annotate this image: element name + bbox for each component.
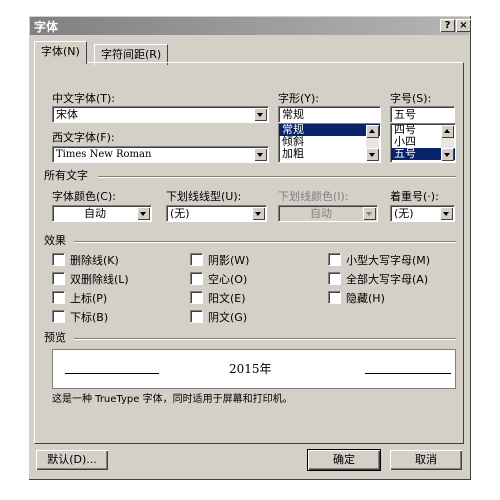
tab-font[interactable]: 字体(N)	[34, 41, 87, 64]
checkbox-icon[interactable]	[190, 253, 203, 266]
font-color-select[interactable]: 自动	[52, 205, 152, 222]
underline-color-select[interactable]: 自动	[278, 205, 378, 222]
scroll-up-icon[interactable]	[441, 125, 454, 138]
ok-button[interactable]: 确定	[307, 449, 381, 471]
font-color-label: 字体颜色(C):	[52, 190, 116, 203]
underline-color-label: 下划线颜色(I):	[278, 190, 349, 203]
checkbox-label: 下标(B)	[70, 310, 109, 324]
checkbox-label: 删除线(K)	[70, 253, 119, 267]
chevron-down-icon[interactable]	[363, 207, 376, 220]
emphasis-value: (无)	[394, 207, 414, 220]
font-style-list[interactable]: 常规 倾斜 加粗	[278, 123, 381, 163]
checkbox-icon[interactable]	[328, 272, 341, 285]
checkbox-icon[interactable]	[190, 272, 203, 285]
close-button[interactable]: ×	[456, 19, 471, 32]
checkbox-label: 小型大写字母(M)	[346, 253, 431, 267]
outline-checkbox[interactable]: 空心(O)	[190, 272, 248, 286]
shadow-checkbox[interactable]: 阴影(W)	[190, 253, 250, 267]
preview-baseline-right	[365, 373, 451, 374]
dialog-title: 字体	[34, 20, 59, 34]
scroll-up-icon[interactable]	[366, 125, 379, 138]
scroll-down-icon[interactable]	[366, 148, 379, 161]
all-caps-checkbox[interactable]: 全部大写字母(A)	[328, 272, 429, 286]
chinese-font-label: 中文字体(T):	[52, 92, 116, 105]
checkbox-label: 上标(P)	[70, 291, 108, 305]
chinese-font-value: 宋体	[56, 108, 78, 121]
font-color-value: 自动	[84, 207, 106, 220]
font-dialog: 字体 ? × 字体(N) 字符间距(R) 中文字体(T): 宋体 西文字体(F)…	[28, 15, 471, 480]
checkbox-label: 阳文(E)	[208, 291, 246, 305]
title-bar: 字体 ? ×	[30, 17, 471, 35]
checkbox-label: 全部大写字母(A)	[346, 272, 429, 286]
checkbox-icon[interactable]	[52, 291, 65, 304]
western-font-label: 西文字体(F):	[52, 131, 115, 144]
western-font-value: Times New Roman	[56, 149, 152, 160]
preview-baseline-left	[65, 373, 159, 374]
checkbox-icon[interactable]	[190, 291, 203, 304]
chevron-down-icon[interactable]	[254, 108, 267, 121]
font-size-scrollbar[interactable]	[441, 125, 454, 161]
underline-style-value: (无)	[170, 207, 190, 220]
checkbox-icon[interactable]	[328, 291, 341, 304]
underline-style-select[interactable]: (无)	[166, 205, 267, 222]
preview-section-label: 预览	[44, 331, 66, 344]
checkbox-label: 双删除线(L)	[70, 272, 129, 286]
help-button[interactable]: ?	[440, 19, 455, 32]
chevron-down-icon[interactable]	[137, 207, 150, 220]
effects-section-label: 效果	[44, 234, 66, 247]
checkbox-icon[interactable]	[190, 310, 203, 323]
double-strikethrough-checkbox[interactable]: 双删除线(L)	[52, 272, 129, 286]
section-divider	[98, 176, 456, 178]
checkbox-icon[interactable]	[52, 253, 65, 266]
all-text-section-label: 所有文字	[44, 169, 88, 182]
checkbox-icon[interactable]	[328, 253, 341, 266]
engrave-checkbox[interactable]: 阴文(G)	[190, 310, 248, 324]
chevron-down-icon[interactable]	[440, 207, 453, 220]
default-button[interactable]: 默认(D)...	[36, 450, 108, 470]
chinese-font-select[interactable]: 宋体	[52, 106, 269, 123]
underline-style-label: 下划线线型(U):	[166, 190, 242, 203]
font-style-value: 常规	[282, 108, 304, 121]
font-size-input[interactable]: 五号	[390, 106, 455, 123]
superscript-checkbox[interactable]: 上标(P)	[52, 291, 108, 305]
section-divider	[74, 338, 456, 340]
checkbox-icon[interactable]	[52, 310, 65, 323]
strikethrough-checkbox[interactable]: 删除线(K)	[52, 253, 119, 267]
underline-color-value: 自动	[310, 207, 332, 220]
preview-box: 2015年	[52, 349, 456, 389]
font-style-input[interactable]: 常规	[278, 106, 381, 123]
font-size-value: 五号	[394, 108, 416, 121]
checkbox-icon[interactable]	[52, 272, 65, 285]
font-style-label: 字形(Y):	[278, 92, 320, 105]
emphasis-select[interactable]: (无)	[390, 205, 455, 222]
scroll-down-icon[interactable]	[441, 148, 454, 161]
subscript-checkbox[interactable]: 下标(B)	[52, 310, 109, 324]
chevron-down-icon[interactable]	[254, 148, 267, 161]
checkbox-label: 隐藏(H)	[346, 291, 385, 305]
font-size-label: 字号(S):	[390, 92, 432, 105]
small-caps-checkbox[interactable]: 小型大写字母(M)	[328, 253, 431, 267]
list-item[interactable]: 加粗	[279, 148, 380, 160]
font-size-list[interactable]: 四号 小四 五号	[390, 123, 456, 163]
section-divider	[74, 241, 456, 243]
checkbox-label: 阴文(G)	[208, 310, 248, 324]
cancel-button[interactable]: 取消	[390, 450, 462, 470]
preview-note: 这是一种 TrueType 字体，同时适用于屏幕和打印机。	[52, 394, 293, 405]
font-style-scrollbar[interactable]	[366, 125, 379, 161]
emboss-checkbox[interactable]: 阳文(E)	[190, 291, 246, 305]
checkbox-label: 阴影(W)	[208, 253, 250, 267]
western-font-select[interactable]: Times New Roman	[52, 146, 269, 163]
hidden-checkbox[interactable]: 隐藏(H)	[328, 291, 385, 305]
preview-sample-text: 2015年	[229, 362, 272, 376]
checkbox-label: 空心(O)	[208, 272, 248, 286]
chevron-down-icon[interactable]	[252, 207, 265, 220]
emphasis-label: 着重号(·):	[390, 190, 439, 203]
